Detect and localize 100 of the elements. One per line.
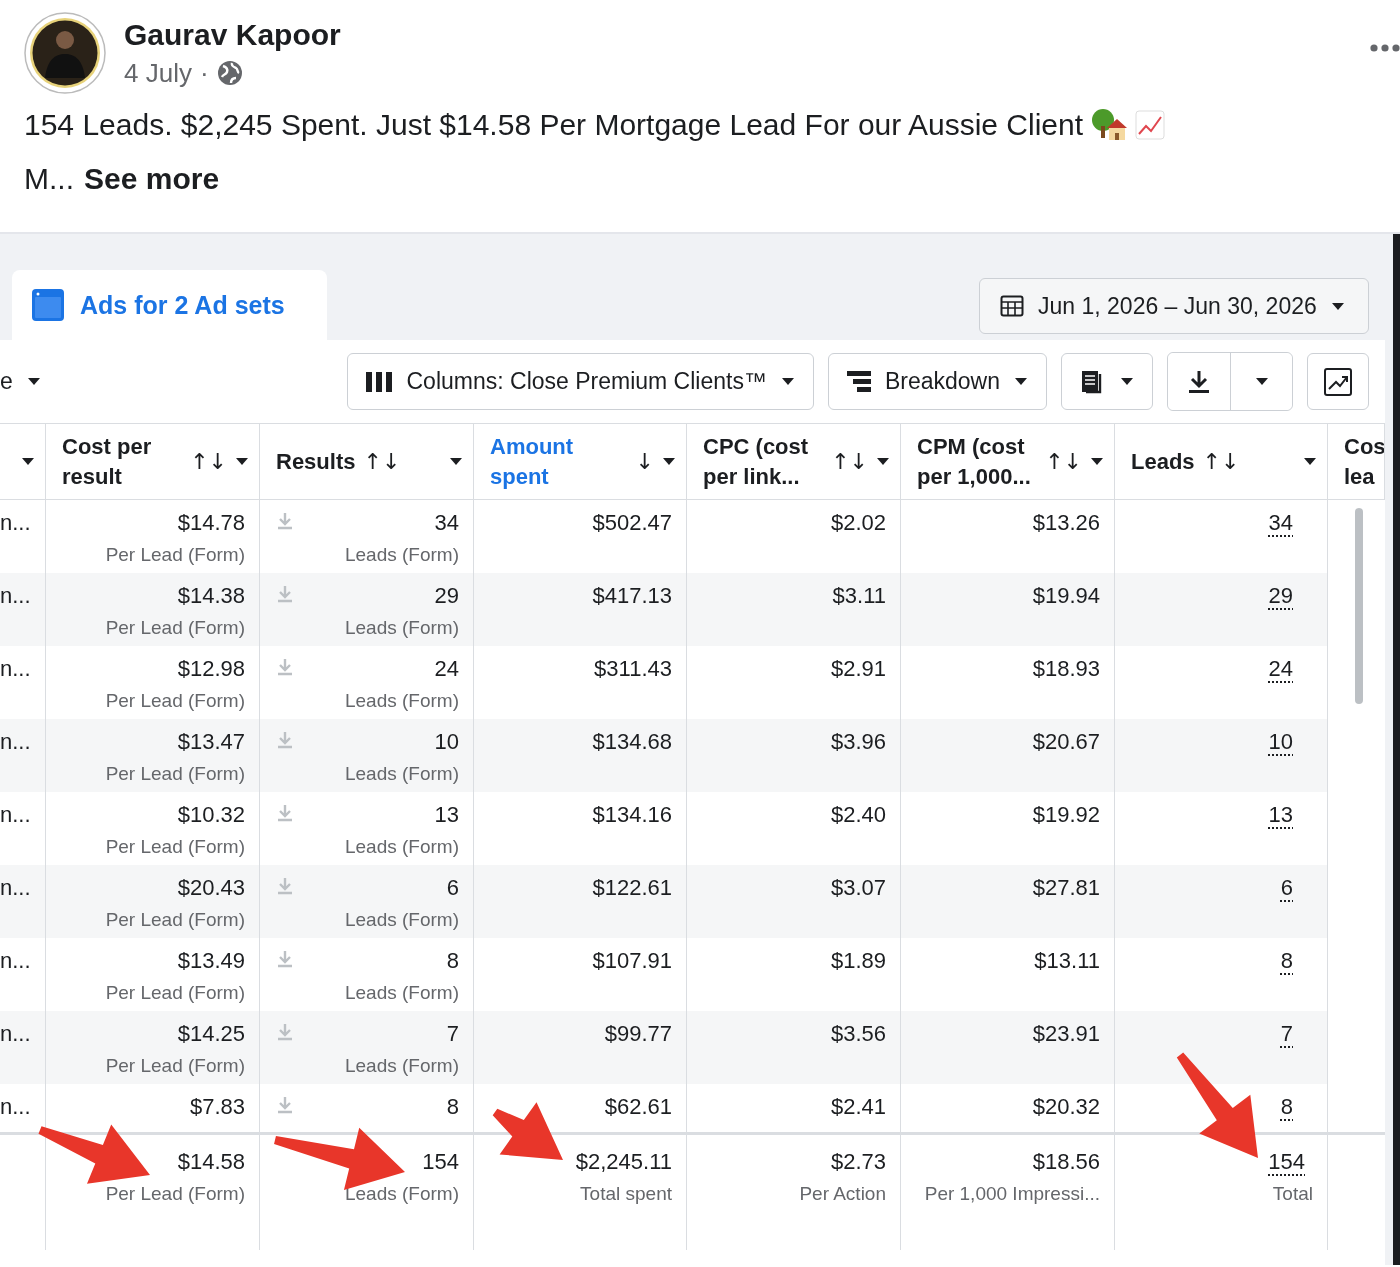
download-icon[interactable] — [276, 731, 294, 749]
breakdown-icon — [846, 370, 871, 393]
cpm-value: $13.11 — [1034, 948, 1100, 974]
ad-name: n... — [0, 510, 31, 536]
column-header[interactable]: Amount spent ↓ — [474, 423, 687, 500]
leads-link[interactable]: 7 — [1280, 1021, 1313, 1047]
column-header[interactable]: Leads ↑↓ — [1115, 423, 1328, 500]
download-icon[interactable] — [276, 950, 294, 968]
toolbar-label[interactable]: e — [0, 368, 13, 395]
cost-value: $13.49 — [177, 948, 245, 974]
report-tab[interactable]: Ads for 2 Ad sets — [12, 270, 327, 340]
cpc-value: $3.96 — [830, 729, 886, 755]
cost-value: $14.78 — [177, 510, 245, 536]
post-text: 154 Leads. $2,245 Spent. Just $14.58 Per Mortgage Lead For our Aussie Client — [24, 108, 1084, 142]
sort-toggle[interactable]: ↑↓ — [363, 446, 401, 477]
cost-value: $20.43 — [177, 875, 245, 901]
amount-value: $134.68 — [592, 729, 672, 755]
amount-value: $107.91 — [592, 948, 672, 974]
sort-toggle[interactable]: ↑↓ — [831, 446, 868, 477]
cpm-value: $23.91 — [1032, 1021, 1100, 1047]
post-date[interactable]: 4 July — [124, 57, 192, 89]
value-caption: Leads (Form) — [344, 982, 459, 1004]
value-caption: Per Lead (Form) — [105, 763, 245, 785]
chart-button[interactable] — [1307, 353, 1369, 410]
caret-icon — [1014, 377, 1028, 386]
value-caption: Leads (Form) — [344, 544, 459, 566]
leads-link[interactable]: 8 — [1280, 1094, 1313, 1120]
leads-link[interactable]: 13 — [1268, 802, 1313, 828]
column-header[interactable] — [0, 423, 46, 500]
amount-value: $417.13 — [592, 583, 672, 609]
column-header[interactable]: Results ↑↓ — [260, 423, 474, 500]
cost-value: $7.83 — [189, 1094, 245, 1120]
caret-icon — [1090, 457, 1104, 466]
sort-toggle[interactable]: ↑↓ — [1202, 446, 1240, 477]
column-header[interactable]: CPC (cost per link... ↑↓ — [687, 423, 901, 500]
amount-value: $122.61 — [592, 875, 672, 901]
leads-link[interactable]: 34 — [1268, 510, 1313, 536]
calendar-icon — [1000, 294, 1024, 318]
results-value: 6 — [446, 875, 459, 901]
download-icon[interactable] — [276, 658, 294, 676]
avatar[interactable] — [24, 12, 106, 94]
cost-value: $14.58 — [177, 1149, 245, 1175]
leads-link[interactable]: 6 — [1280, 875, 1313, 901]
caret-icon — [21, 457, 35, 466]
cost-value: $13.47 — [177, 729, 245, 755]
cpm-value: $20.32 — [1032, 1094, 1100, 1120]
download-icon[interactable] — [276, 512, 294, 530]
sort-toggle[interactable]: ↑↓ — [1045, 446, 1082, 477]
cpm-value: $19.94 — [1032, 583, 1100, 609]
ad-name: n... — [0, 802, 31, 828]
results-value: 7 — [446, 1021, 459, 1047]
download-icon[interactable] — [276, 1023, 294, 1041]
ad-name: n... — [0, 583, 31, 609]
reports-button[interactable] — [1061, 353, 1153, 410]
leads-link[interactable]: 8 — [1280, 948, 1313, 974]
results-value: 13 — [434, 802, 459, 828]
ad-name: n... — [0, 1021, 31, 1047]
trend-chart-icon — [1324, 367, 1352, 396]
download-icon[interactable] — [276, 877, 294, 895]
results-value: 154 — [422, 1149, 459, 1175]
column-header[interactable]: Cost per result ↑↓ — [46, 423, 260, 500]
leads-link[interactable]: 29 — [1268, 583, 1313, 609]
value-caption: Per 1,000 Impressi... — [924, 1183, 1100, 1205]
cpc-value: $2.41 — [830, 1094, 886, 1120]
more-icon[interactable] — [1370, 44, 1400, 52]
results-value: 8 — [446, 948, 459, 974]
value-caption: Per Lead (Form) — [105, 690, 245, 712]
scrollbar[interactable] — [1355, 508, 1363, 704]
download-icon[interactable] — [276, 1096, 294, 1114]
download-icon[interactable] — [276, 804, 294, 822]
date-range-picker[interactable]: Jun 1, 2026 – Jun 30, 2026 — [979, 278, 1369, 334]
download-icon[interactable] — [276, 585, 294, 603]
amount-value: $62.61 — [604, 1094, 672, 1120]
ad-name: n... — [0, 875, 31, 901]
cpc-value: $2.02 — [830, 510, 886, 536]
columns-button[interactable]: Columns: Close Premium Clients™ — [347, 353, 814, 410]
annotation-arrow — [492, 1102, 563, 1160]
value-caption: Per Lead (Form) — [105, 544, 245, 566]
sort-toggle[interactable]: ↓ — [635, 446, 654, 477]
amount-value: $99.77 — [604, 1021, 672, 1047]
cpm-value: $20.67 — [1032, 729, 1100, 755]
leads-link[interactable]: 154 — [1268, 1149, 1313, 1175]
columns-icon — [366, 370, 393, 393]
sort-toggle[interactable]: ↑↓ — [190, 446, 227, 477]
cpm-value: $19.92 — [1032, 802, 1100, 828]
results-value: 34 — [434, 510, 459, 536]
cpc-value: $3.11 — [832, 583, 886, 609]
see-more-link[interactable]: See more — [84, 162, 220, 196]
column-header[interactable]: Cos lea — [1328, 423, 1385, 500]
cpm-value: $18.56 — [1032, 1149, 1100, 1175]
value-caption: Per Lead (Form) — [105, 909, 245, 931]
leads-link[interactable]: 24 — [1268, 656, 1313, 682]
separator-dot: · — [199, 57, 209, 89]
author-name[interactable]: Gaurav Kapoor — [124, 17, 341, 52]
caret-icon — [1120, 377, 1134, 386]
cpc-value: $2.73 — [830, 1149, 886, 1175]
value-caption: Leads (Form) — [344, 1055, 459, 1077]
leads-link[interactable]: 10 — [1268, 729, 1313, 755]
value-caption: Per Lead (Form) — [105, 1183, 245, 1205]
breakdown-button[interactable]: Breakdown — [827, 353, 1047, 410]
